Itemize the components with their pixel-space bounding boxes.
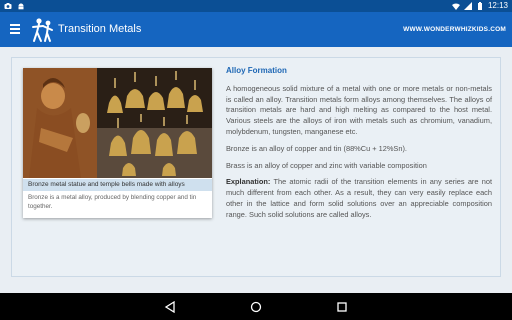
status-time: 12:13 — [487, 1, 508, 10]
paragraph-brass: Brass is an alloy of copper and zinc wit… — [226, 160, 427, 170]
paragraph-alloy-definition: A homogeneous solid mixture of a metal w… — [226, 83, 492, 136]
navigation-bar — [0, 293, 512, 320]
android-icon — [18, 3, 24, 10]
signal-icon — [463, 1, 472, 10]
app-title: Transition Metals — [58, 23, 142, 35]
wifi-icon — [451, 3, 460, 10]
lesson-card: Bronze metal statue and temple bells mad… — [11, 57, 501, 277]
article-text: Alloy Formation A homogeneous solid mixt… — [226, 66, 492, 227]
camera-icon — [4, 3, 12, 9]
figure-card: Bronze metal statue and temple bells mad… — [23, 68, 212, 218]
recents-icon[interactable] — [336, 301, 348, 313]
figure-caption: Bronze metal statue and temple bells mad… — [23, 179, 212, 191]
section-heading: Alloy Formation — [226, 66, 287, 75]
logo-icon — [32, 18, 53, 42]
explanation-label: Explanation: — [226, 177, 271, 187]
site-url[interactable]: WWW.WONDERWHIZKIDS.COM — [403, 26, 506, 33]
content-area: Bronze metal statue and temple bells mad… — [0, 47, 512, 293]
app-bar: Transition Metals WWW.WONDERWHIZKIDS.COM — [0, 12, 512, 47]
menu-icon[interactable] — [10, 24, 22, 34]
battery-icon — [477, 1, 482, 10]
paragraph-explanation: Explanation: The atomic radii of the tra… — [226, 177, 492, 220]
paragraph-bronze: Bronze is an alloy of copper and tin (88… — [226, 143, 407, 153]
bronze-statue-bells-image — [23, 68, 212, 178]
status-bar: 12:13 — [0, 0, 512, 12]
home-icon[interactable] — [250, 301, 262, 313]
back-icon[interactable] — [164, 301, 176, 313]
figure-description: Bronze is a metal alloy, produced by ble… — [28, 194, 197, 210]
